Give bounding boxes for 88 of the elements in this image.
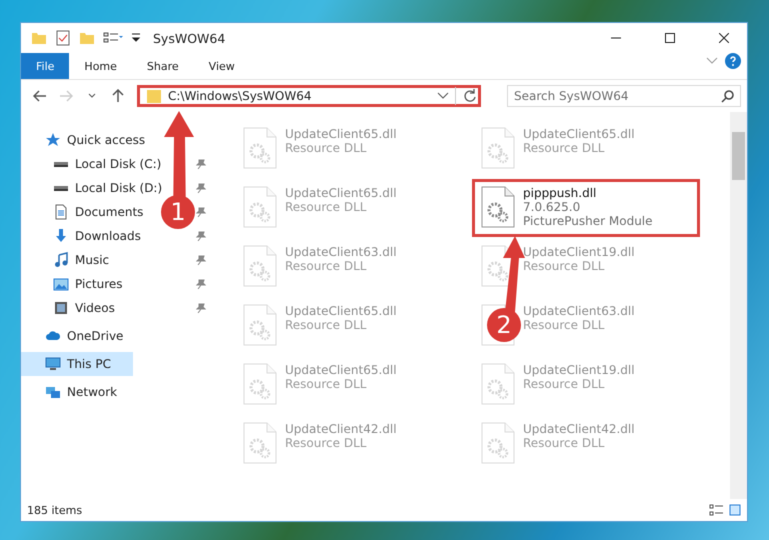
dll-file-icon (481, 363, 515, 405)
highlighted-file-item[interactable]: pipppush.dll 7.0.625.0 PicturePusher Module (472, 179, 700, 237)
folder-icon (146, 88, 162, 104)
dll-file-icon (481, 127, 515, 169)
dll-file-icon (243, 186, 277, 228)
file-detail: Resource DLL (285, 200, 368, 214)
search-icon (721, 89, 735, 103)
item-count: 185 items (27, 504, 84, 516)
file-name: UpdateClient63.dll (285, 245, 397, 259)
back-arrow-icon (33, 90, 47, 102)
document-icon (53, 204, 69, 220)
picture-icon (53, 276, 69, 292)
sidebar-item[interactable]: Music (21, 248, 116, 272)
file-detail: Resource DLL (285, 259, 368, 273)
step-number-badge: 2 (487, 308, 521, 342)
network-icon (45, 384, 61, 400)
large-icons-view-icon (729, 504, 741, 516)
file-name: UpdateClient19.dll (523, 363, 635, 377)
pin-icon (196, 207, 206, 217)
sidebar-item[interactable]: Downloads (21, 224, 147, 248)
pin-icon (196, 183, 206, 193)
scrollbar[interactable] (730, 112, 747, 499)
window-title: SysWOW64 (153, 30, 226, 46)
file-detail: Resource DLL (523, 436, 606, 450)
sidebar-item[interactable]: Documents (21, 200, 150, 224)
sidebar-item[interactable]: Network (21, 380, 124, 404)
file-name: UpdateClient65.dll (285, 127, 397, 141)
ribbon-tab[interactable]: Share (132, 53, 194, 79)
file-name: UpdateClient19.dll (523, 245, 635, 259)
dll-file-icon (243, 304, 277, 346)
pin-icon (196, 255, 206, 265)
star-icon (45, 132, 61, 148)
file-detail: Resource DLL (523, 377, 606, 391)
sidebar-item[interactable]: Pictures (21, 272, 129, 296)
sidebar-item[interactable]: OneDrive (21, 324, 130, 348)
dll-file-icon (481, 422, 515, 464)
file-detail: Resource DLL (285, 318, 368, 332)
ribbon-tab[interactable]: View (194, 53, 250, 79)
maximize-icon (665, 33, 675, 43)
file-name: UpdateClient65.dll (523, 127, 635, 141)
ribbon-tab[interactable]: Home (69, 53, 132, 79)
file-detail: Resource DLL (285, 377, 368, 391)
forward-arrow-icon (59, 90, 73, 102)
file-detail: 7.0.625.0 (523, 200, 582, 214)
sidebar-item[interactable]: This PC (21, 352, 132, 376)
folder-icon (31, 30, 47, 46)
pin-icon (196, 303, 206, 313)
properties-icon (55, 30, 71, 46)
step-number-badge: 1 (161, 195, 195, 229)
file-name: UpdateClient63.dll (523, 304, 635, 318)
dll-file-icon (243, 363, 277, 405)
up-arrow-icon (112, 89, 124, 103)
file-detail: Resource DLL (523, 259, 606, 273)
scrollbar-thumb[interactable] (732, 132, 745, 180)
file-name: pipppush.dll (523, 186, 598, 200)
refresh-icon (462, 88, 478, 104)
file-detail: Resource DLL (523, 141, 606, 155)
chevron-down-icon (88, 93, 96, 99)
file-detail: Resource DLL (285, 436, 368, 450)
dll-file-icon (243, 127, 277, 169)
file-detail: PicturePusher Module (523, 214, 653, 228)
music-icon (53, 252, 69, 268)
pin-icon (196, 159, 206, 169)
pin-icon (196, 279, 206, 289)
dll-file-icon (243, 245, 277, 287)
ribbon-tab[interactable]: File (21, 53, 70, 79)
new-folder-icon (79, 30, 95, 46)
sidebar-item[interactable]: Videos (21, 296, 121, 320)
video-icon (53, 300, 69, 316)
file-name: UpdateClient65.dll (285, 363, 397, 377)
pin-icon (196, 231, 206, 241)
file-name: UpdateClient65.dll (285, 304, 397, 318)
dll-file-icon (481, 186, 515, 228)
computer-icon (45, 356, 61, 372)
file-name: UpdateClient42.dll (285, 422, 397, 436)
file-name: UpdateClient65.dll (285, 186, 397, 200)
close-icon (719, 33, 729, 43)
details-view-icon (709, 504, 723, 516)
help-icon (725, 53, 741, 69)
address-bar[interactable]: C:\Windows\SysWOW64 (137, 85, 481, 107)
sidebar-item[interactable]: Local Disk (C:) (21, 152, 168, 176)
dll-file-icon (243, 422, 277, 464)
file-detail: Resource DLL (523, 318, 606, 332)
file-name: UpdateClient42.dll (523, 422, 635, 436)
download-icon (53, 228, 69, 244)
sidebar-item[interactable]: Quick access (21, 128, 152, 152)
file-detail: Resource DLL (285, 141, 368, 155)
search-field[interactable]: Search SysWOW64 (507, 85, 741, 107)
